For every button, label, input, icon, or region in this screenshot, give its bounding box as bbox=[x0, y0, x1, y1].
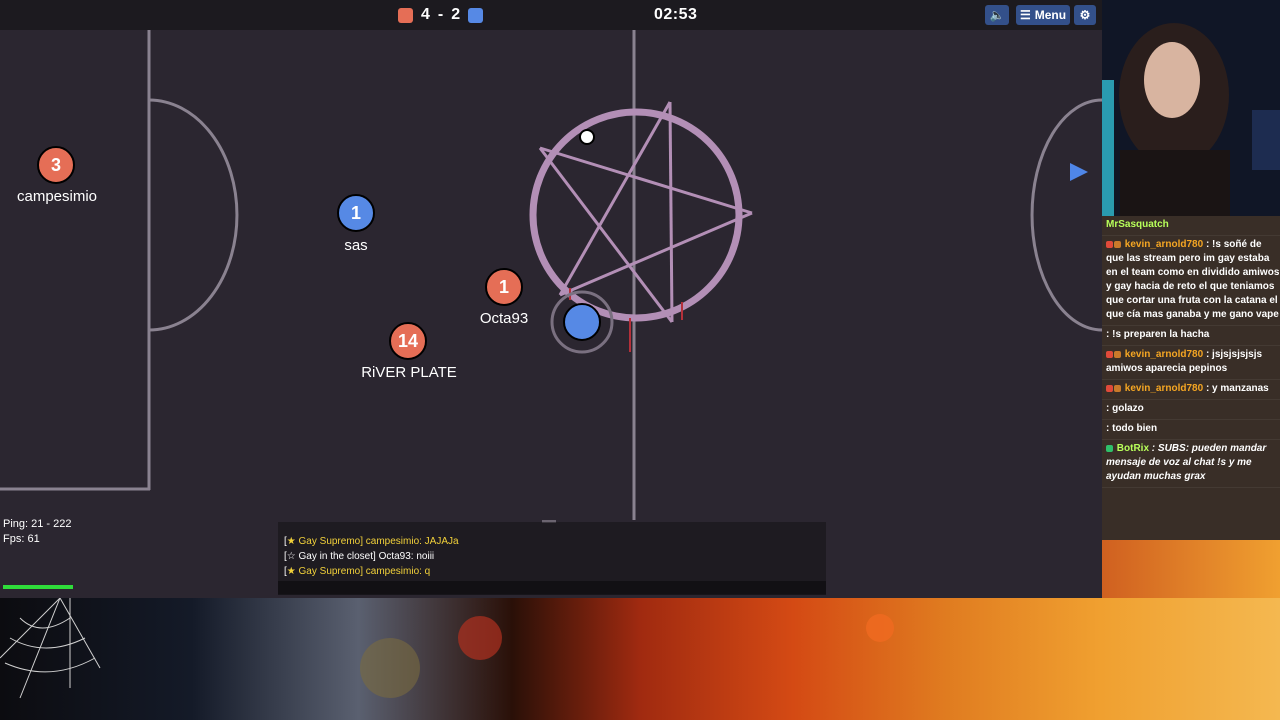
player-number: 3 bbox=[50, 154, 61, 175]
blue-score: 2 bbox=[451, 6, 461, 23]
player-name: sas bbox=[344, 237, 368, 254]
chat-message: : golazo bbox=[1102, 400, 1280, 420]
chat-line: [★ Gay Supremo] campesimio: JAJAJa bbox=[284, 536, 459, 547]
network-stats: Ping: 21 - 222 Fps: 61 bbox=[3, 517, 72, 547]
sub-badge-icon bbox=[1106, 350, 1113, 358]
chat-message: MrSasquatch bbox=[1102, 216, 1280, 236]
player-name: Octa93 bbox=[479, 310, 529, 327]
player-name: campesimio bbox=[16, 188, 98, 205]
chat-message: kevin_arnold780 : jsjsjsjsjsjs amiwos ap… bbox=[1102, 346, 1280, 380]
player-name: RiVER PLATE bbox=[361, 364, 457, 381]
chat-line: [★ Gay Supremo] campesimio: q bbox=[284, 566, 431, 577]
chat-message: : todo bien bbox=[1102, 420, 1280, 440]
chat-message: kevin_arnold780 : y manzanas bbox=[1102, 380, 1280, 400]
game-canvas[interactable]: 4 - 2 02:53 🔈 ☰ Menu ⚙ 3 campesimio 1 sa… bbox=[0, 0, 1102, 598]
badge-icon bbox=[1114, 350, 1121, 358]
match-timer: 02:53 bbox=[654, 6, 698, 23]
fps-readout: Fps: 61 bbox=[3, 533, 40, 545]
player-disc: 1 bbox=[485, 268, 523, 306]
player-number: 1 bbox=[498, 276, 509, 297]
player-disc: 3 bbox=[37, 146, 75, 184]
overlay-background-art bbox=[0, 598, 1280, 720]
chat-message: kevin_arnold780 : !s soñé de que las str… bbox=[1102, 236, 1280, 326]
soccer-field bbox=[0, 0, 1102, 523]
player-number: 1 bbox=[350, 202, 361, 223]
hamburger-icon: ☰ bbox=[1019, 8, 1031, 22]
scoreboard: 4 - 2 bbox=[398, 6, 484, 24]
red-score: 4 bbox=[421, 6, 430, 23]
player-disc: 1 bbox=[337, 194, 375, 232]
menu-button[interactable]: ☰ Menu bbox=[1016, 5, 1070, 25]
red-team-icon bbox=[398, 7, 413, 23]
ball bbox=[579, 129, 595, 145]
menu-label: Menu bbox=[1034, 8, 1067, 22]
bot-badge-icon bbox=[1106, 444, 1113, 452]
blue-team-icon bbox=[468, 7, 484, 23]
player-number: 14 bbox=[397, 330, 419, 351]
gear-icon: ⚙ bbox=[1079, 8, 1091, 22]
overlay-background-right bbox=[1102, 540, 1280, 598]
sound-button[interactable]: 🔈 bbox=[985, 5, 1009, 25]
sub-badge-icon bbox=[1106, 384, 1113, 392]
ping-readout: Ping: 21 - 222 bbox=[3, 518, 72, 530]
game-top-bar bbox=[0, 0, 1102, 30]
streamer-silhouette bbox=[1102, 0, 1280, 216]
offscreen-arrow-icon bbox=[1070, 163, 1088, 181]
background-decoration bbox=[0, 598, 894, 699]
badge-icon bbox=[1114, 384, 1121, 392]
fps-graph bbox=[3, 585, 73, 589]
score-separator: - bbox=[437, 6, 444, 23]
chat-message: : !s preparen la hacha bbox=[1102, 326, 1280, 346]
speaker-icon: 🔈 bbox=[989, 8, 1005, 22]
chat-line: [☆ Gay in the closet] Octa93: noiii bbox=[284, 551, 435, 562]
left-penalty-arc bbox=[148, 98, 239, 332]
badge-icon bbox=[1114, 240, 1121, 248]
stream-chat: MrSasquatch kevin_arnold780 : !s soñé de… bbox=[1102, 216, 1280, 540]
chat-message: BotRix : SUBS: pueden mandar mensaje de … bbox=[1102, 440, 1280, 488]
settings-button[interactable]: ⚙ bbox=[1074, 5, 1096, 25]
player-disc: 14 bbox=[389, 322, 427, 360]
game-chat-input[interactable] bbox=[278, 581, 826, 595]
sub-badge-icon bbox=[1106, 240, 1113, 248]
spiderweb-icon bbox=[0, 598, 101, 699]
right-penalty-arc bbox=[1030, 98, 1102, 332]
webcam-feed bbox=[1102, 0, 1280, 216]
